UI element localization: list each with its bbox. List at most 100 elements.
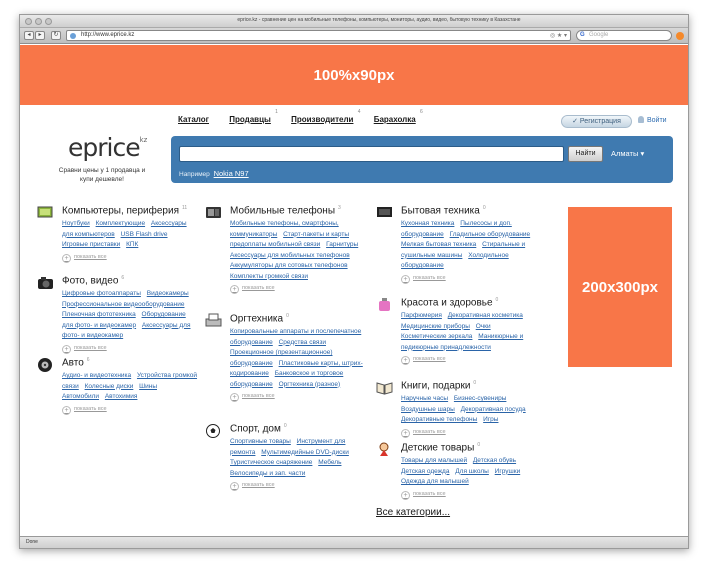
category-link[interactable]: Медицинские приборы (401, 323, 470, 330)
category-link[interactable]: Профессиональное видеооборудование (62, 301, 185, 308)
stop-icon[interactable] (676, 32, 684, 40)
category-link[interactable]: Аудио- и видеотехника (62, 372, 131, 379)
register-button[interactable]: ✓ Регистрация (561, 115, 632, 128)
category-link[interactable]: Игры (483, 416, 498, 423)
ball-icon[interactable] (205, 423, 222, 438)
search-input[interactable] (179, 146, 564, 162)
reload-button[interactable]: ↻ (51, 31, 61, 40)
zoom-window-button[interactable] (45, 18, 52, 25)
category-link[interactable]: Велосипеды и зап. части (230, 470, 305, 477)
category-title[interactable]: Фото, видео 6 (62, 275, 124, 286)
category-link[interactable]: Декоративная посуда (461, 406, 526, 413)
category-link[interactable]: Декоративные телефоны (401, 416, 477, 423)
nav-manufacturers[interactable]: Производители 4 (291, 109, 360, 124)
show-all-link[interactable]: + показать все (62, 343, 193, 354)
category-title[interactable]: Книги, подарки 0 (401, 380, 476, 391)
category-link[interactable]: Аккумуляторы для сотовых телефонов (230, 262, 348, 269)
category-title[interactable]: Бытовая техника 0 (401, 205, 486, 216)
category-link[interactable]: Игровые приставки (62, 241, 120, 248)
browser-search-field[interactable]: G Google (576, 30, 672, 41)
category-link[interactable]: Очки (476, 323, 491, 330)
tv-icon[interactable] (376, 205, 393, 220)
top-banner[interactable]: 100%x90px (20, 45, 688, 105)
category-link[interactable]: Видеокамеры (147, 290, 189, 297)
book-icon[interactable] (376, 380, 393, 395)
nav-sellers[interactable]: Продавцы 1 (229, 109, 278, 124)
category-link[interactable]: Одежда для малышей (401, 478, 469, 485)
side-banner[interactable]: 200x300px (568, 207, 672, 367)
category-link[interactable]: Спортивные товары (230, 438, 291, 445)
back-button[interactable]: ◂ (24, 31, 34, 40)
category-link[interactable]: Детская одежда (401, 468, 449, 475)
category-link[interactable]: Туристическое снаряжение (230, 459, 312, 466)
camera-icon[interactable] (37, 275, 54, 290)
category-link[interactable]: Декоративная косметика (448, 312, 523, 319)
show-all-link[interactable]: + показать все (401, 427, 532, 438)
category-link[interactable]: Средства связи (279, 339, 326, 346)
category-link[interactable]: Гладильное оборудование (450, 231, 531, 238)
category-link[interactable]: Пленочная фототехника (62, 311, 136, 318)
site-logo[interactable]: epricekz (68, 133, 147, 162)
category-link[interactable]: Бизнес-сувениры (454, 395, 507, 402)
category-link[interactable]: Ноутбуки (62, 220, 90, 227)
category-link[interactable]: Мебель (318, 459, 341, 466)
nav-catalog[interactable]: Каталог (178, 115, 209, 124)
category-title[interactable]: Оргтехника 0 (230, 313, 289, 324)
category-title[interactable]: Авто 6 (62, 357, 90, 368)
category-link[interactable]: Воздушные шары (401, 406, 455, 413)
category-link[interactable]: Парфюмерия (401, 312, 442, 319)
plus-icon: + (230, 482, 239, 491)
printer-icon[interactable] (205, 313, 222, 328)
nav-flea-market[interactable]: Барахолка 6 (374, 109, 423, 124)
category-link[interactable]: Комплектующие (96, 220, 145, 227)
category-link[interactable]: Шины (139, 383, 157, 390)
category-title[interactable]: Красота и здоровье 0 (401, 297, 498, 308)
category-link[interactable]: Для школы (455, 468, 489, 475)
category-link[interactable]: Мелкая бытовая техника (401, 241, 476, 248)
category-link[interactable]: Цифровые фотоаппараты (62, 290, 141, 297)
show-all-link[interactable]: + показать все (401, 273, 532, 284)
find-button[interactable]: Найти (568, 146, 603, 162)
category-title[interactable]: Детские товары 0 (401, 442, 480, 453)
category-title[interactable]: Мобильные телефоны 3 (230, 205, 341, 216)
category-title[interactable]: Спорт, дом 0 (230, 423, 287, 434)
category-link[interactable]: Мультимедийные DVD-диски (261, 449, 349, 456)
category-link[interactable]: Товары для малышей (401, 457, 467, 464)
example-link[interactable]: Nokia N97 (214, 169, 249, 178)
category-link[interactable]: Косметические зеркала (401, 333, 472, 340)
show-all-link[interactable]: + показать все (62, 404, 193, 415)
show-all-link[interactable]: + показать все (401, 489, 532, 500)
forward-button[interactable]: ▸ (35, 31, 45, 40)
category-link[interactable]: Игрушки (495, 468, 521, 475)
computer-icon[interactable] (37, 205, 54, 220)
category-link[interactable]: Автохимия (105, 393, 138, 400)
category-link[interactable]: Аксессуары для мобильных телефонов (230, 252, 350, 259)
category-link[interactable]: Колесные диски (85, 383, 134, 390)
login-link[interactable]: Войти (638, 116, 667, 124)
all-categories-link[interactable]: Все категории... (376, 507, 450, 518)
doll-icon[interactable] (376, 442, 393, 457)
category-link[interactable]: Гарнитуры (326, 241, 358, 248)
address-bar[interactable]: http://www.eprice.kz ◎ ★ ▾ (66, 30, 571, 41)
category-link[interactable]: Детская обувь (473, 457, 516, 464)
category-link[interactable]: Оргтехника (разное) (279, 381, 341, 388)
show-all-link[interactable]: + показать все (230, 391, 361, 402)
category-link[interactable]: Кухонная техника (401, 220, 454, 227)
category-link[interactable]: Наручные часы (401, 395, 448, 402)
category-link[interactable]: USB Flash drive (121, 231, 168, 238)
perfume-icon[interactable] (376, 297, 393, 312)
show-all-link[interactable]: + показать все (230, 480, 361, 491)
wheel-icon[interactable] (37, 357, 54, 372)
show-all-link[interactable]: + показать все (401, 354, 532, 365)
category-link[interactable]: Автомобили (62, 393, 99, 400)
city-selector[interactable]: Алматы ▾ (611, 149, 644, 158)
phone-icon[interactable] (205, 205, 222, 220)
close-window-button[interactable] (25, 18, 32, 25)
show-all-link[interactable]: + показать все (62, 252, 193, 263)
minimize-window-button[interactable] (35, 18, 42, 25)
category-link[interactable]: Комплекты громкой связи (230, 273, 308, 280)
category-link[interactable]: КПК (126, 241, 138, 248)
rss-icon[interactable]: ◎ ★ ▾ (550, 32, 567, 39)
category-title[interactable]: Компьютеры, периферия 11 (62, 205, 187, 216)
show-all-link[interactable]: + показать все (230, 283, 361, 294)
